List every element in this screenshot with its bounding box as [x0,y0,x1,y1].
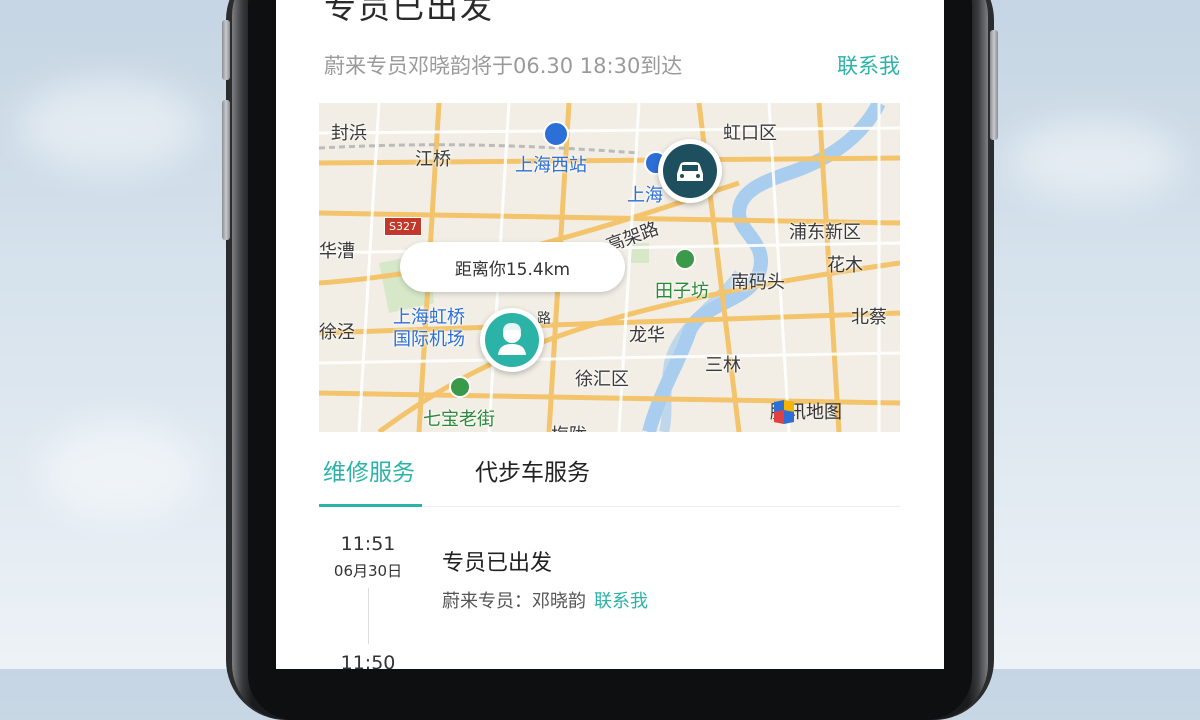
map-label: 虹口区 [723,123,777,144]
person-icon [485,313,539,367]
timeline-date: 06月30日 [333,562,403,580]
map-provider-logo: 腾讯地图 [770,398,842,424]
timeline-connector [368,588,369,644]
map-label: 上海西站 [515,155,587,176]
service-tabs: 维修服务 代步车服务 [319,440,900,507]
timeline-time: 11:51 [340,533,396,555]
map-label: 南码头 [731,272,785,293]
map-label: 花木 [827,255,863,276]
phone-side-button [990,30,998,140]
poi-icon [449,376,471,398]
map-label: 北蔡 [851,307,887,328]
map-label: 浦东新区 [789,222,861,243]
map-label: 梅陇 [551,421,587,432]
sky-cloud [1010,120,1180,200]
sky-cloud [20,80,200,170]
contact-me-button[interactable]: 联系我 [837,50,900,80]
user-location-pin[interactable] [480,308,544,372]
map-view[interactable]: S327 封浜 虹口区 江桥 上海西站 上海 浦东新区 华漕 高架路 花木 田子… [319,103,900,432]
metro-icon [543,121,569,147]
timeline-event-detail: 蔚来专员：邓晓韵 联系我 [442,587,648,613]
timeline-event-title: 专员已出发 [442,551,553,576]
map-label: 七宝老街 [423,409,495,430]
poi-icon [674,248,696,270]
car-location-pin[interactable] [658,139,722,203]
map-label: 龙华 [629,325,665,346]
map-label: 徐泾 [319,322,355,343]
car-icon [663,144,717,198]
tab-repair-service[interactable]: 维修服务 [323,453,415,487]
tab-courtesy-car-service[interactable]: 代步车服务 [475,453,590,487]
map-label: 上海 [627,185,663,206]
distance-label: 距离你15.4km [400,242,625,292]
phone-side-button [222,20,230,80]
timeline-time: 11:50 [340,652,396,669]
map-label: 田子坊 [655,281,709,302]
map-label: 徐汇区 [575,369,629,390]
phone-side-button [222,100,230,240]
map-label: 华漕 [319,241,355,262]
map-label: 国际机场 [393,329,465,350]
map-label: 江桥 [415,149,451,170]
active-tab-indicator [319,504,422,507]
map-label: 封浜 [331,123,367,144]
tencent-map-logo-icon [774,400,794,424]
page-title: 专员已出发 [324,0,495,26]
map-label: 三林 [705,355,741,376]
sky-cloud [40,420,200,520]
road-badge: S327 [384,217,422,236]
specialist-name: 蔚来专员：邓晓韵 [442,591,586,612]
contact-specialist-link[interactable]: 联系我 [594,591,648,612]
app-screen: 专员已出发 蔚来专员邓晓韵将于06.30 18:30到达 联系我 S327 封浜… [276,0,944,669]
arrival-subtitle: 蔚来专员邓晓韵将于06.30 18:30到达 [324,54,683,78]
